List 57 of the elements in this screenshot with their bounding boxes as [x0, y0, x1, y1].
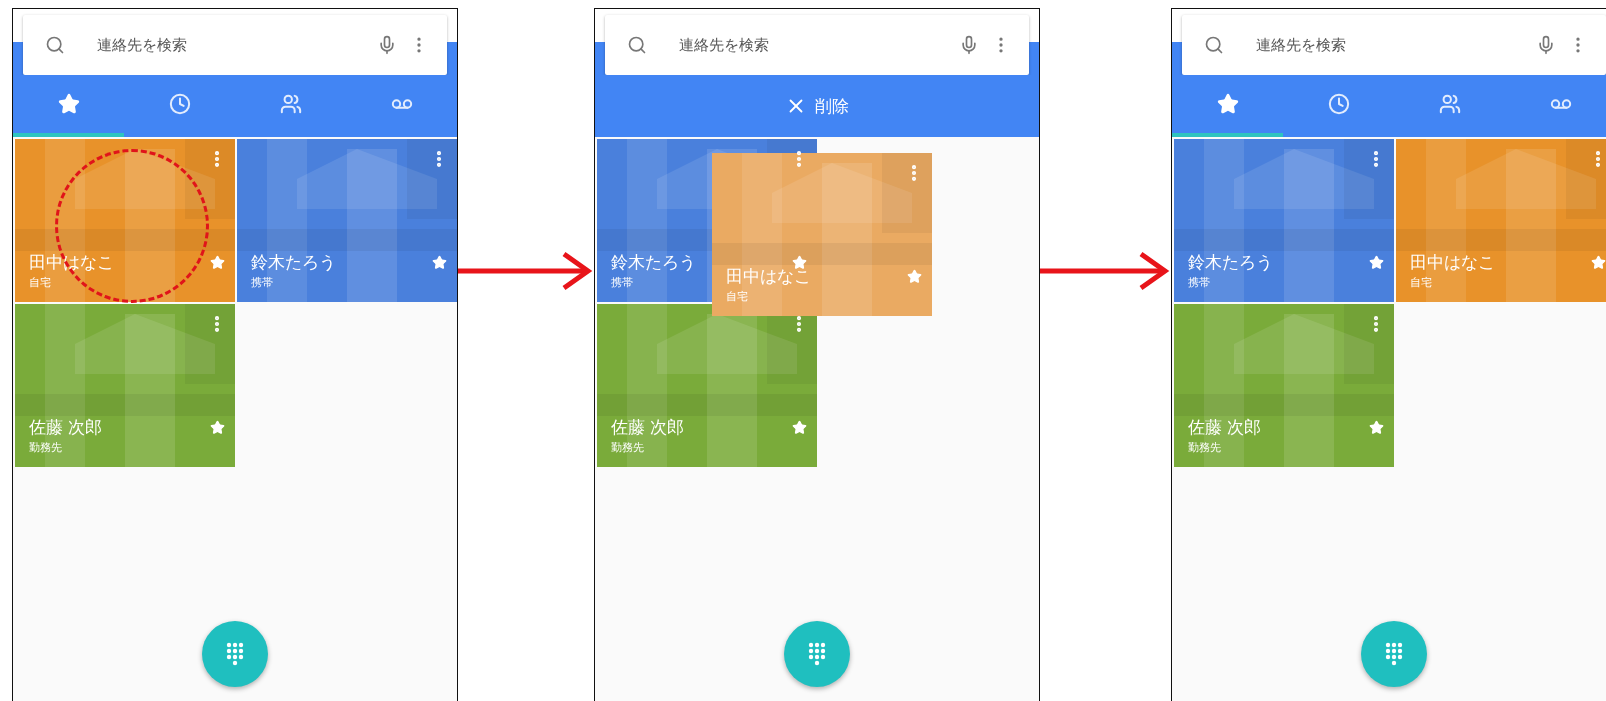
- search-field[interactable]: 連絡先を検索: [1254, 35, 1524, 55]
- dialpad-button[interactable]: [784, 621, 850, 687]
- star-icon[interactable]: [432, 255, 447, 270]
- contact-label: 自宅: [1410, 275, 1432, 290]
- contact-label: 自宅: [29, 275, 51, 290]
- star-icon[interactable]: [792, 255, 807, 270]
- contact-label: 携帯: [1188, 275, 1210, 290]
- star-icon: [57, 93, 80, 115]
- star-icon: [1216, 93, 1239, 115]
- search-field[interactable]: 連絡先を検索: [677, 35, 947, 55]
- people-icon: [279, 93, 302, 115]
- contact-tile[interactable]: 田中はなこ 自宅: [15, 139, 235, 302]
- mic-icon[interactable]: [959, 35, 979, 55]
- contact-tile[interactable]: 田中はなこ 自宅: [1396, 139, 1606, 302]
- dialpad-icon: [808, 642, 826, 666]
- contact-name: 佐藤 次郎: [1188, 416, 1262, 439]
- contact-name: 田中はなこ: [726, 265, 811, 288]
- star-icon[interactable]: [792, 420, 807, 435]
- star-icon[interactable]: [1369, 420, 1384, 435]
- contact-tile[interactable]: 田中はなこ 自宅: [712, 153, 932, 316]
- contact-label: 勤務先: [29, 440, 62, 455]
- people-icon: [1438, 93, 1461, 115]
- dialpad-icon: [226, 642, 244, 666]
- star-icon[interactable]: [210, 255, 225, 270]
- contact-label: 携帯: [611, 275, 633, 290]
- contact-name: 鈴木たろう: [1188, 251, 1273, 274]
- search-field[interactable]: 連絡先を検索: [95, 35, 365, 55]
- search-icon: [627, 35, 647, 55]
- star-icon[interactable]: [1369, 255, 1384, 270]
- star-icon[interactable]: [210, 420, 225, 435]
- contact-name: 鈴木たろう: [251, 251, 336, 274]
- search-icon: [1204, 35, 1224, 55]
- contact-tile[interactable]: 佐藤 次郎 勤務先: [1174, 304, 1394, 467]
- contact-label: 勤務先: [1188, 440, 1221, 455]
- star-icon[interactable]: [907, 269, 922, 284]
- clock-icon: [168, 93, 191, 115]
- contact-name: 佐藤 次郎: [29, 416, 103, 439]
- contact-name: 田中はなこ: [1410, 251, 1495, 274]
- mic-icon[interactable]: [377, 35, 397, 55]
- contact-tile[interactable]: 佐藤 次郎 勤務先: [15, 304, 235, 467]
- clock-icon: [1327, 93, 1350, 115]
- dialpad-icon: [1385, 642, 1403, 666]
- search-icon: [45, 35, 65, 55]
- contact-tile[interactable]: 鈴木たろう 携帯: [237, 139, 457, 302]
- contact-name: 佐藤 次郎: [611, 416, 685, 439]
- contact-label: 携帯: [251, 275, 273, 290]
- contact-label: 勤務先: [611, 440, 644, 455]
- dialpad-button[interactable]: [1361, 621, 1427, 687]
- contact-label: 自宅: [726, 289, 748, 304]
- delete-button[interactable]: 削除: [779, 75, 855, 137]
- mic-icon[interactable]: [1536, 35, 1556, 55]
- contact-tile[interactable]: 佐藤 次郎 勤務先: [597, 304, 817, 467]
- star-icon[interactable]: [1591, 255, 1606, 270]
- contact-name: 田中はなこ: [29, 251, 114, 274]
- dialpad-button[interactable]: [202, 621, 268, 687]
- contact-tile[interactable]: 鈴木たろう 携帯: [1174, 139, 1394, 302]
- contact-name: 鈴木たろう: [611, 251, 696, 274]
